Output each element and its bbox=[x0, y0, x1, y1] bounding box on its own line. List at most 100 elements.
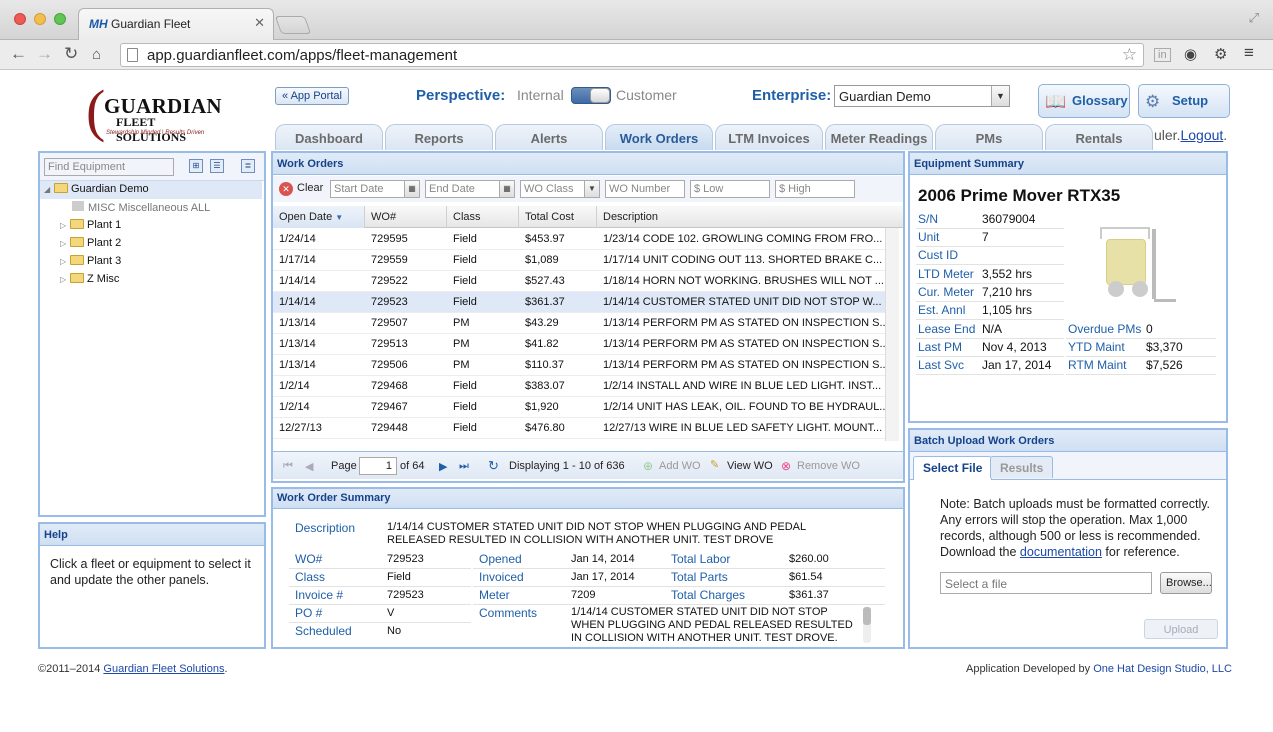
table-row[interactable]: 1/14/14 729522 Field $527.43 1/18/14 HORN NO… bbox=[273, 271, 885, 292]
zoom-window-button[interactable] bbox=[54, 13, 66, 25]
table-row[interactable]: 1/13/14 729507 PM $43.29 1/13/14 PERFORM PM … bbox=[273, 313, 887, 334]
browse-button[interactable]: Browse... bbox=[1160, 572, 1212, 594]
menu-icon[interactable]: ≡ bbox=[1244, 43, 1254, 63]
tree-item-guardian-demo[interactable]: ◢ Guardian Demo bbox=[40, 181, 262, 199]
url-text: app.guardianfleet.com/apps/fleet-managem… bbox=[147, 47, 458, 64]
table-row[interactable]: 1/24/14 729595 Field $453.97 1/23/14 CODE 10… bbox=[273, 229, 885, 250]
tree-collapsed-icon[interactable]: ▷ bbox=[60, 257, 70, 266]
add-wo-button[interactable]: Add WO bbox=[659, 460, 701, 472]
tab-alerts[interactable]: Alerts bbox=[495, 124, 603, 150]
table-row[interactable]: 1/2/14 729468 Field $383.07 1/2/14 INSTALL A… bbox=[273, 376, 885, 397]
column-open-date[interactable]: Open Date ▼ bbox=[273, 206, 365, 228]
page-number-input[interactable]: 1 bbox=[359, 457, 397, 475]
reload-icon[interactable]: ↻ bbox=[64, 44, 78, 64]
tree-item-z-misc[interactable]: ▷ Z Misc bbox=[40, 271, 262, 289]
bookmark-star-icon[interactable]: ☆ bbox=[1122, 45, 1137, 65]
grid-scrollbar[interactable] bbox=[885, 228, 899, 441]
tab-close-icon[interactable]: ✕ bbox=[254, 15, 265, 31]
perspective-toggle[interactable] bbox=[571, 87, 611, 104]
new-tab-button[interactable] bbox=[274, 16, 312, 34]
last-page-icon[interactable]: ⏭ bbox=[459, 460, 469, 473]
fullscreen-icon[interactable]: ⤢ bbox=[1249, 10, 1259, 26]
setup-button[interactable]: ⚙ Setup bbox=[1138, 84, 1230, 118]
tab-meter-readings[interactable]: Meter Readings bbox=[825, 124, 933, 150]
view-wo-button[interactable]: View WO bbox=[727, 460, 773, 472]
wo-class-select[interactable]: WO Class ▼ bbox=[520, 180, 600, 198]
perspective-customer[interactable]: Customer bbox=[616, 87, 677, 103]
back-icon[interactable]: ← bbox=[10, 44, 27, 64]
developer-link[interactable]: One Hat Design Studio, LLC bbox=[1093, 663, 1232, 675]
column-description[interactable]: Description bbox=[597, 206, 903, 228]
tab-results[interactable]: Results bbox=[990, 456, 1054, 478]
table-row[interactable]: 1/14/14 729523 Field $361.37 1/14/14 CUSTOME… bbox=[273, 292, 885, 313]
collapse-all-icon[interactable]: ☰ bbox=[210, 159, 224, 173]
toggle-knob[interactable] bbox=[590, 88, 610, 103]
clear-icon[interactable]: ✕ bbox=[279, 182, 293, 196]
calendar-icon[interactable]: ▦ bbox=[499, 181, 514, 197]
tab-pms[interactable]: PMs bbox=[935, 124, 1043, 150]
glossary-button[interactable]: 📖 Glossary bbox=[1038, 84, 1130, 118]
home-icon[interactable]: ⌂ bbox=[92, 46, 101, 63]
remove-wo-button[interactable]: Remove WO bbox=[797, 460, 860, 472]
next-page-icon[interactable]: ▶ bbox=[439, 460, 447, 473]
tree-item-misc[interactable]: MISC Miscellaneous ALL bbox=[40, 199, 262, 217]
first-page-icon[interactable]: ⏮ bbox=[283, 460, 293, 473]
tree-collapsed-icon[interactable]: ▷ bbox=[60, 239, 70, 248]
column-total-cost[interactable]: Total Cost bbox=[519, 206, 597, 228]
high-amount-input[interactable]: $ High bbox=[775, 180, 855, 198]
upload-button[interactable]: Upload bbox=[1144, 619, 1218, 639]
list-view-icon[interactable]: ≣ bbox=[241, 159, 255, 173]
documentation-link[interactable]: documentation bbox=[1020, 545, 1102, 559]
perspective-internal[interactable]: Internal bbox=[517, 87, 564, 103]
tree-item-plant-1[interactable]: ▷ Plant 1 bbox=[40, 217, 262, 235]
enterprise-select[interactable]: Guardian Demo ▼ bbox=[834, 85, 1010, 107]
gear-icon[interactable]: ⚙ bbox=[1214, 45, 1227, 63]
file-input[interactable]: Select a file bbox=[940, 572, 1152, 594]
tree-item-plant-3[interactable]: ▷ Plant 3 bbox=[40, 253, 262, 271]
table-row[interactable]: 1/13/14 729506 PM $110.37 1/13/14 PERFORM PM… bbox=[273, 355, 887, 376]
table-row[interactable]: 1/13/14 729513 PM $41.82 1/13/14 PERFORM PM … bbox=[273, 334, 887, 355]
tree-expanded-icon[interactable]: ◢ bbox=[44, 185, 54, 194]
tab-ltm-invoices[interactable]: LTM Invoices bbox=[715, 124, 823, 150]
tab-work-orders[interactable]: Work Orders bbox=[605, 124, 713, 150]
address-bar[interactable]: app.guardianfleet.com/apps/fleet-managem… bbox=[120, 43, 1144, 67]
prev-page-icon[interactable]: ◀ bbox=[305, 460, 313, 473]
expand-all-icon[interactable]: ⊞ bbox=[189, 159, 203, 173]
tab-select-file[interactable]: Select File bbox=[913, 456, 993, 480]
comments-value: 1/14/14 CUSTOMER STATED UNIT DID NOT STO… bbox=[571, 606, 853, 644]
wo-number-input[interactable]: WO Number bbox=[605, 180, 685, 198]
low-amount-input[interactable]: $ Low bbox=[690, 180, 770, 198]
tree-item-plant-2[interactable]: ▷ Plant 2 bbox=[40, 235, 262, 253]
extension-icon[interactable]: in bbox=[1154, 48, 1171, 62]
sync-icon[interactable]: ◉ bbox=[1184, 45, 1197, 63]
comments-scrollbar[interactable] bbox=[863, 607, 871, 643]
tree-collapsed-icon[interactable]: ▷ bbox=[60, 275, 70, 284]
find-equipment-input[interactable]: Find Equipment bbox=[44, 158, 174, 176]
company-link[interactable]: Guardian Fleet Solutions bbox=[103, 663, 224, 675]
tab-rentals[interactable]: Rentals bbox=[1045, 124, 1153, 150]
table-row[interactable]: 1/2/14 729467 Field $1,920 1/2/14 UNIT HAS L… bbox=[273, 397, 887, 418]
end-date-input[interactable]: End Date ▦ bbox=[425, 180, 515, 198]
table-row[interactable]: 1/17/14 729559 Field $1,089 1/17/14 UNIT COD… bbox=[273, 250, 885, 271]
column-class[interactable]: Class bbox=[447, 206, 519, 228]
table-row[interactable]: 12/27/13 729448 Field $476.80 12/27/13 WIRE … bbox=[273, 418, 885, 439]
forward-icon[interactable]: → bbox=[36, 44, 53, 64]
tab-reports[interactable]: Reports bbox=[385, 124, 493, 150]
cell-open-date: 1/14/14 bbox=[279, 296, 316, 308]
chevron-down-icon[interactable]: ▼ bbox=[584, 181, 599, 197]
tree-collapsed-icon[interactable]: ▷ bbox=[60, 221, 70, 230]
browser-tab[interactable]: MH Guardian Fleet ✕ bbox=[78, 8, 274, 40]
clear-button[interactable]: Clear bbox=[297, 182, 323, 194]
logout-link[interactable]: Logout bbox=[1180, 127, 1223, 143]
chevron-down-icon[interactable]: ▼ bbox=[991, 86, 1009, 106]
app-portal-button[interactable]: « App Portal bbox=[275, 87, 349, 105]
start-date-input[interactable]: Start Date ▦ bbox=[330, 180, 420, 198]
calendar-icon[interactable]: ▦ bbox=[404, 181, 419, 197]
divider bbox=[473, 568, 665, 569]
column-wo-number[interactable]: WO# bbox=[365, 206, 447, 228]
close-window-button[interactable] bbox=[14, 13, 26, 25]
scroll-thumb[interactable] bbox=[863, 607, 871, 625]
tab-dashboard[interactable]: Dashboard bbox=[275, 124, 383, 150]
minimize-window-button[interactable] bbox=[34, 13, 46, 25]
refresh-icon[interactable]: ↻ bbox=[488, 458, 499, 474]
